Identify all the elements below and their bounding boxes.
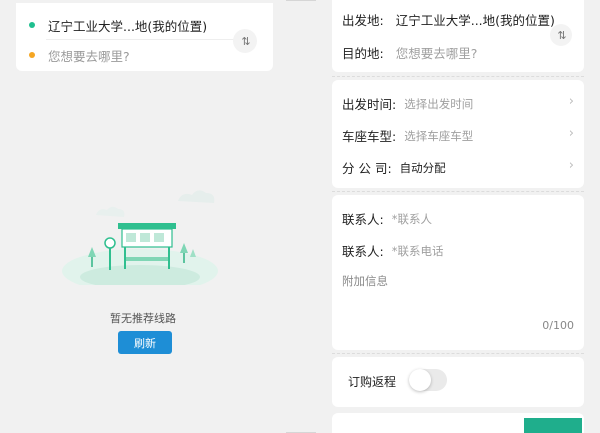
return-trip-row: 订购返程 xyxy=(348,373,396,390)
branch-field[interactable]: 分 公 司: 自动分配 xyxy=(342,158,446,177)
trip-options-card: 出发时间: 选择出发时间 › 车座车型: 选择车座车型 › 分 公 司: 自动分… xyxy=(332,80,584,188)
swap-icon: ⇅ xyxy=(557,28,566,42)
swap-icon: ⇅ xyxy=(241,34,250,48)
route-recommend-panel: 辽宁工业大学...地(我的位置) 您想要去哪里? ⇅ 暂无推荐线路 刷新 xyxy=(0,0,286,433)
departure-time-field[interactable]: 出发时间: 选择出发时间 xyxy=(342,94,473,113)
empty-state-text: 暂无推荐线路 xyxy=(110,312,176,325)
dashed-divider xyxy=(332,76,584,77)
contact-name-placeholder: *联系人 xyxy=(391,211,432,226)
chevron-right-icon: › xyxy=(568,126,574,141)
route-divider xyxy=(46,39,236,40)
branch-value: 自动分配 xyxy=(399,160,446,175)
extra-info-placeholder: 附加信息 xyxy=(342,274,388,288)
swap-route-button[interactable]: ⇅ xyxy=(233,29,257,53)
dashed-divider xyxy=(332,191,584,192)
route-input-card: 辽宁工业大学...地(我的位置) 您想要去哪里? ⇅ xyxy=(16,3,273,71)
contact-phone-placeholder: *联系电话 xyxy=(391,243,444,258)
branch-label: 分 公 司: xyxy=(342,161,392,176)
location-card: 出发地: 辽宁工业大学...地(我的位置) 目的地: 您想要去哪里? ⇅ xyxy=(332,0,584,72)
chevron-right-icon: › xyxy=(568,94,574,109)
departure-time-placeholder: 选择出发时间 xyxy=(404,96,474,111)
destination-field[interactable]: 您想要去哪里? xyxy=(16,43,241,67)
seat-type-label: 车座车型: xyxy=(342,129,397,144)
seat-type-field[interactable]: 车座车型: 选择车座车型 xyxy=(342,126,473,145)
toggle-knob xyxy=(409,369,431,391)
origin-text: 辽宁工业大学...地(我的位置) xyxy=(48,18,208,34)
departure-time-label: 出发时间: xyxy=(342,97,397,112)
destination-placeholder: 您想要去哪里? xyxy=(48,48,130,64)
destination-label: 目的地: xyxy=(342,46,384,61)
contact-name-label: 联系人: xyxy=(342,212,384,227)
contact-phone-field[interactable]: 联系人: *联系电话 xyxy=(342,241,443,260)
seat-type-placeholder: 选择车座车型 xyxy=(404,128,474,143)
origin-field[interactable]: 辽宁工业大学...地(我的位置) xyxy=(16,13,241,37)
return-trip-toggle[interactable] xyxy=(409,369,447,391)
return-trip-card: 订购返程 xyxy=(332,357,584,407)
swap-location-button[interactable]: ⇅ xyxy=(550,24,572,46)
departure-value: 辽宁工业大学...地(我的位置) xyxy=(395,13,555,28)
return-trip-label: 订购返程 xyxy=(348,375,397,389)
departure-field[interactable]: 出发地: 辽宁工业大学...地(我的位置) xyxy=(342,10,555,29)
contact-card: 联系人: *联系人 联系人: *联系电话 附加信息 0/100 xyxy=(332,195,584,350)
destination-dot-icon xyxy=(29,52,35,58)
destination-input[interactable]: 目的地: 您想要去哪里? xyxy=(342,43,477,62)
departure-label: 出发地: xyxy=(342,13,384,28)
order-form-panel: 出发地: 辽宁工业大学...地(我的位置) 目的地: 您想要去哪里? ⇅ 出发时… xyxy=(316,0,600,433)
destination-placeholder: 您想要去哪里? xyxy=(395,46,478,61)
contact-phone-label: 联系人: xyxy=(342,244,384,259)
dashed-divider xyxy=(332,353,584,354)
empty-bus-stop-illustration xyxy=(62,190,218,285)
contact-name-field[interactable]: 联系人: *联系人 xyxy=(342,209,432,228)
chevron-right-icon: › xyxy=(568,158,574,173)
origin-dot-icon xyxy=(29,22,35,28)
extra-info-textarea[interactable]: 附加信息 xyxy=(342,273,388,289)
submit-button[interactable] xyxy=(524,418,582,433)
char-counter: 0/100 xyxy=(542,319,574,332)
refresh-button[interactable]: 刷新 xyxy=(118,331,172,354)
